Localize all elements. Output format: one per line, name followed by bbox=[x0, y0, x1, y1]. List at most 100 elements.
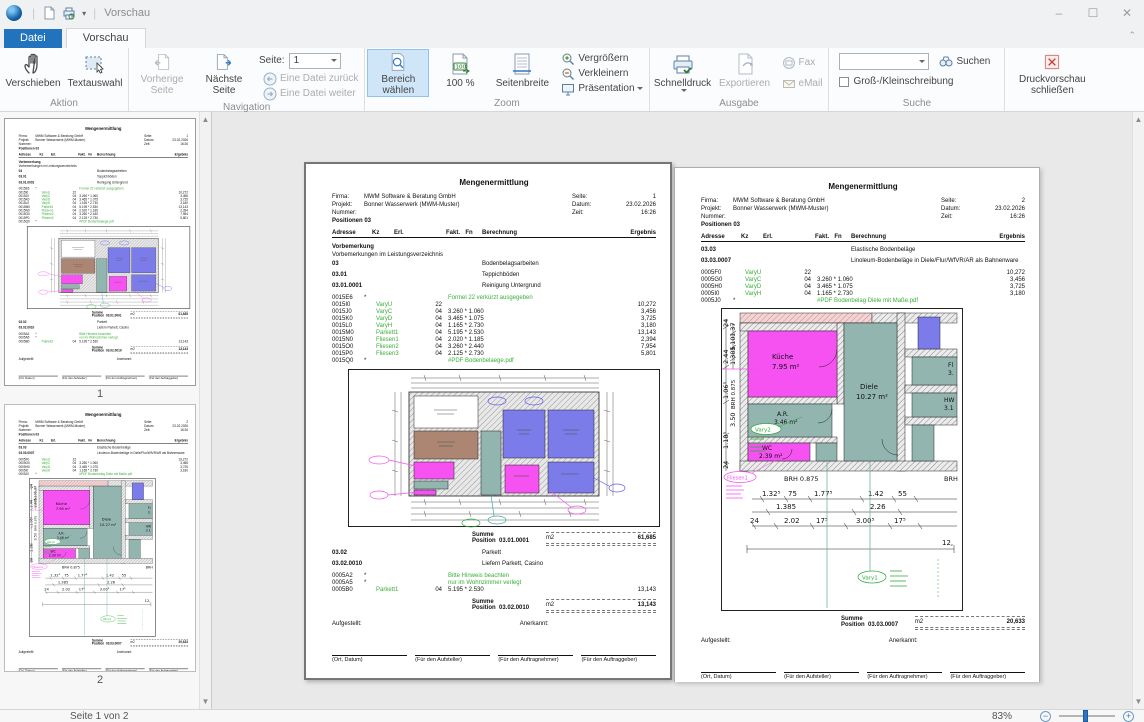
svg-text:Fliesen1: Fliesen1 bbox=[32, 565, 43, 569]
svg-text:1.37: 1.37 bbox=[729, 323, 737, 337]
praesentation-button[interactable]: Präsentation bbox=[557, 81, 646, 96]
checkbox-icon[interactable] bbox=[839, 77, 849, 87]
qat-dropdown-icon[interactable]: ▾ bbox=[79, 9, 89, 18]
seitenbreite-button[interactable]: Seitenbreite bbox=[491, 49, 553, 97]
doc-footer: Aufgestellt:Anerkannt: bbox=[701, 638, 1025, 644]
doc-meta: Firma:Projekt:Nummer: MWM Software & Ber… bbox=[701, 197, 1025, 221]
svg-text:1.77⁵: 1.77⁵ bbox=[78, 574, 88, 578]
chevron-down-icon bbox=[637, 87, 643, 90]
svg-text:BRH: BRH bbox=[944, 475, 958, 483]
svg-text:A.R.: A.R. bbox=[777, 411, 789, 418]
seite-spinner[interactable]: 1 bbox=[289, 53, 341, 69]
svg-text:Vary1: Vary1 bbox=[862, 576, 878, 582]
doc-meta: Firma: Projekt: Nummer: MWM Software & B… bbox=[332, 193, 656, 217]
new-document-icon[interactable] bbox=[39, 4, 59, 22]
print-preview-icon[interactable] bbox=[59, 4, 79, 22]
sidebar-scrollbar[interactable]: ▲ ▼ bbox=[199, 112, 211, 709]
eine-datei-weiter-button[interactable]: Eine Datei weiter bbox=[259, 86, 362, 101]
eine-datei-zurueck-button[interactable]: Eine Datei zurück bbox=[259, 71, 362, 86]
email-button[interactable]: eMail bbox=[778, 76, 827, 91]
scroll-down-icon[interactable]: ▼ bbox=[202, 694, 210, 709]
preview-page-1[interactable]: Mengenermittlung Firma: Projekt: Nummer:… bbox=[304, 162, 672, 680]
close-button[interactable]: ✕ bbox=[1110, 0, 1144, 26]
positionen-line: Positionen 03 bbox=[19, 147, 188, 150]
case-sensitive-checkbox-row[interactable]: Groß-/Kleinschreibung bbox=[839, 76, 953, 87]
zoom-100-button[interactable]: 100 100 % bbox=[429, 49, 491, 97]
signature-lines: (Ort, Datum)(Für den Aufsteller)(Für den… bbox=[701, 672, 1025, 680]
calc-row: 0015O0Fliesen2043.260 * 2.4407,954 bbox=[332, 344, 656, 351]
binoculars-icon bbox=[939, 54, 953, 68]
doc-title: Mengenermittlung bbox=[19, 412, 188, 417]
vorherige-seite-button[interactable]: Vorherige Seite bbox=[131, 49, 193, 97]
table-header: AdresseKzErl.Fakt.FnBerechnungErgebnis bbox=[19, 154, 188, 158]
svg-text:3.46 m²: 3.46 m² bbox=[57, 536, 70, 540]
tab-datei[interactable]: Datei bbox=[4, 29, 62, 48]
fax-icon bbox=[782, 56, 796, 70]
signature-lines: (Ort, Datum)(Für den Aufsteller)(Für den… bbox=[332, 655, 656, 663]
exportieren-button[interactable]: Exportieren bbox=[714, 49, 776, 97]
vergroessern-button[interactable]: Vergrößern bbox=[557, 51, 646, 66]
signature-lines: (Ort, Datum)(Für den Aufsteller)(Für den… bbox=[19, 376, 188, 380]
svg-text:12,: 12, bbox=[942, 539, 953, 547]
verschieben-button[interactable]: Verschieben bbox=[2, 49, 64, 97]
separator: | bbox=[32, 6, 35, 20]
calc-rows: 0015E6*Formel 22 verkürzt ausgegeben 001… bbox=[19, 188, 188, 225]
zoom-slider-thumb[interactable] bbox=[1083, 710, 1088, 722]
doc-title: Mengenermittlung bbox=[332, 178, 656, 187]
document-page-2: Mengenermittlung Firma:Projekt:Nummer: M… bbox=[5, 405, 195, 672]
textauswahl-button[interactable]: Textauswahl bbox=[64, 49, 126, 97]
thumbnail-sidebar: Mengenermittlung Firma: Projekt: Nummer:… bbox=[0, 112, 212, 709]
calc-row: 0005J0*#PDF Bodenbelag Diele mit Maße.pd… bbox=[701, 298, 1025, 305]
scroll-up-icon[interactable]: ▲ bbox=[202, 112, 210, 127]
thumbnail-2-number: 2 bbox=[4, 672, 196, 686]
document-page-1: Mengenermittlung Firma: Projekt: Nummer:… bbox=[306, 164, 670, 678]
suchen-button[interactable]: Suchen bbox=[935, 54, 994, 69]
zoom-out-button[interactable]: − bbox=[1040, 711, 1051, 722]
calc-rows: 0005F0VaryU2210,272 0005G0VaryC043.260 *… bbox=[19, 458, 188, 476]
doc-title: Mengenermittlung bbox=[19, 126, 188, 131]
verkleinern-button[interactable]: Verkleinern bbox=[557, 66, 646, 81]
thumbnail-page-2[interactable]: Mengenermittlung Firma:Projekt:Nummer: M… bbox=[4, 404, 196, 672]
doc-footer: Aufgestellt:Anerkannt: bbox=[19, 358, 188, 361]
main-scrollbar[interactable]: ▲ ▼ bbox=[1132, 112, 1144, 709]
projekt-value: Bonner Wasserwerk (MWM-Muster) bbox=[364, 201, 459, 209]
summe-position: Summe Position 03.03.0007 m220,633 bbox=[701, 616, 1025, 628]
schnelldruck-button[interactable]: Schnelldruck bbox=[652, 49, 714, 97]
svg-text:75: 75 bbox=[788, 490, 797, 498]
svg-text:24: 24 bbox=[44, 588, 49, 592]
calc-row: 0005G0VaryC043.260 * 1.0603,456 bbox=[701, 277, 1025, 284]
maximize-button[interactable]: ☐ bbox=[1076, 0, 1110, 26]
svg-text:1.32⁵: 1.32⁵ bbox=[762, 490, 781, 498]
minimize-button[interactable]: – bbox=[1042, 0, 1076, 26]
zoom-in-button[interactable]: + bbox=[1123, 711, 1134, 722]
svg-text:3.1: 3.1 bbox=[146, 529, 151, 533]
select-region-icon bbox=[386, 52, 410, 72]
zoom-slider[interactable] bbox=[1059, 715, 1115, 717]
calc-rows-2: 0005A2*Bitte Hinweis beachten 0005A5*nur… bbox=[332, 573, 656, 594]
svg-text:3.: 3. bbox=[148, 510, 151, 514]
file-forward-icon bbox=[263, 87, 277, 101]
calc-row: 0015Q0*#PDF Bodenbelaege.pdf bbox=[19, 220, 188, 224]
svg-text:Vary2: Vary2 bbox=[755, 428, 771, 434]
search-input[interactable] bbox=[839, 53, 929, 70]
summe-position: Summe Position 03.03.0007 m220,633 bbox=[19, 639, 188, 645]
preview-page-2[interactable]: Mengenermittlung Firma:Projekt:Nummer: M… bbox=[674, 167, 1040, 682]
druckvorschau-schliessen-button[interactable]: Druckvorschau schließen bbox=[1007, 49, 1097, 97]
table-header: AdresseKzErl.Fakt.FnBerechnungErgebnis bbox=[701, 234, 1025, 242]
thumbnail-page-1[interactable]: Mengenermittlung Firma: Projekt: Nummer:… bbox=[4, 118, 196, 386]
calc-row: 0015J0VaryC043.260 * 1.0603,456 bbox=[332, 309, 656, 316]
thumbnail-1-number: 1 bbox=[4, 386, 196, 400]
position-list: 03.03Elastische Bodenbeläge 03.03.0007Li… bbox=[701, 246, 1025, 266]
calc-row: 0005H0VaryD043.465 * 1.0753,725 bbox=[701, 284, 1025, 291]
tab-vorschau[interactable]: Vorschau bbox=[66, 28, 146, 48]
bereich-waehlen-button[interactable]: Bereich wählen bbox=[367, 49, 429, 97]
naechste-seite-button[interactable]: Nächste Seite bbox=[193, 49, 255, 97]
svg-text:Diele: Diele bbox=[860, 383, 878, 391]
ribbon-group-schliessen: Druckvorschau schließen bbox=[1005, 48, 1099, 111]
fax-button[interactable]: Fax bbox=[778, 55, 827, 70]
scroll-up-icon[interactable]: ▲ bbox=[1135, 112, 1143, 127]
svg-text:1.06⁵: 1.06⁵ bbox=[722, 382, 730, 399]
ribbon-group-aktion: Verschieben Textauswahl Aktion bbox=[0, 48, 129, 111]
scroll-down-icon[interactable]: ▼ bbox=[1135, 694, 1143, 709]
collapse-ribbon-icon[interactable]: ⌃ bbox=[1128, 30, 1136, 41]
